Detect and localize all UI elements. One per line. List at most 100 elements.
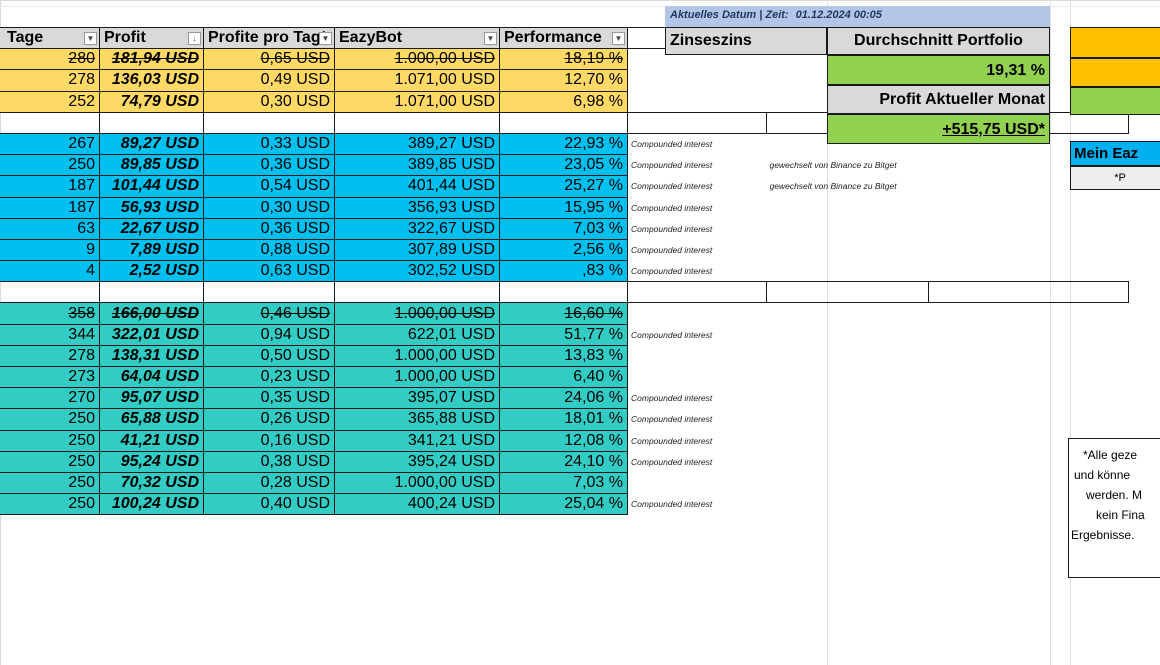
cell-tage[interactable]: 252 [0, 90, 100, 113]
cell-performance[interactable]: 15,95 % [499, 196, 628, 219]
cell-profit-per-day[interactable]: 0,33 USD [203, 132, 335, 156]
cell-tage[interactable]: 63 [0, 217, 100, 240]
cell-tage[interactable]: 280 [0, 48, 100, 71]
cell-note[interactable]: gewechselt von Binance zu Bitget [767, 155, 929, 176]
cell-note[interactable] [767, 367, 929, 388]
cell-tage[interactable]: 250 [0, 429, 100, 452]
cell-profit-per-day[interactable]: 0,23 USD [203, 365, 335, 389]
cell-note[interactable] [767, 472, 929, 493]
cell-note[interactable] [767, 303, 929, 324]
cell-profit-per-day[interactable]: 0,26 USD [203, 408, 335, 431]
cell-zinseszins[interactable]: Compounded interest [628, 388, 767, 409]
col-header-profit[interactable]: Profit ↓ [99, 26, 204, 50]
cell-empty[interactable] [929, 367, 1129, 388]
cell-profit-per-day[interactable]: 0,30 USD [203, 196, 335, 219]
cell-eazybot[interactable]: 401,44 USD [334, 175, 500, 198]
cell-note[interactable] [767, 494, 929, 515]
cell-zinseszins[interactable]: Compounded interest [628, 409, 767, 430]
col-header-performance[interactable]: Performance ▼ [499, 26, 628, 50]
cell-empty[interactable] [929, 345, 1129, 366]
cell-empty[interactable] [929, 239, 1129, 260]
cell-eazybot[interactable]: 322,67 USD [334, 217, 500, 240]
cell-profit[interactable]: 65,88 USD [99, 408, 204, 431]
cell-profit-per-day[interactable]: 0,63 USD [203, 260, 335, 283]
cell-note[interactable] [767, 430, 929, 451]
col-header-tage[interactable]: Tage ▼ [0, 26, 100, 50]
cell-performance[interactable]: ,83 % [499, 260, 628, 283]
cell-zinseszins[interactable] [628, 303, 767, 324]
cell-tage[interactable]: 344 [0, 323, 100, 346]
cell-profit-per-day[interactable]: 0,88 USD [203, 238, 335, 262]
cell-note[interactable] [767, 324, 929, 345]
cell-note[interactable] [767, 218, 929, 239]
cell-zinseszins[interactable] [628, 472, 767, 493]
cell-performance[interactable]: 22,93 % [499, 132, 628, 156]
filter-dropdown-icon[interactable]: ▼ [84, 32, 97, 45]
cell-note[interactable] [767, 239, 929, 260]
cell-performance[interactable]: 25,04 % [499, 493, 628, 516]
filter-dropdown-icon[interactable]: ▼ [484, 32, 497, 45]
cell-note[interactable]: gewechselt von Binance zu Bitget [767, 176, 929, 197]
cell-tage[interactable]: 358 [0, 302, 100, 325]
cell-performance[interactable]: 23,05 % [499, 154, 628, 177]
cell-note[interactable] [767, 197, 929, 218]
cell-eazybot[interactable]: 389,85 USD [334, 154, 500, 177]
sort-filter-icon[interactable]: ↓ [188, 32, 201, 45]
table-row[interactable]: 250 95,24 USD 0,38 USD 395,24 USD 24,10 % Com… [0, 450, 1129, 473]
cell-tage[interactable]: 250 [0, 154, 100, 177]
cell-performance[interactable]: 7,03 % [499, 217, 628, 240]
cell-note[interactable] [767, 345, 929, 366]
cell-tage[interactable]: 273 [0, 365, 100, 389]
cell-performance[interactable]: 6,98 % [499, 90, 628, 113]
cell-empty[interactable] [929, 197, 1129, 218]
cell-eazybot[interactable]: 1.071,00 USD [334, 69, 500, 92]
current-month-profit-label[interactable]: Profit Aktueller Monat [827, 85, 1050, 114]
table-row[interactable]: 250 70,32 USD 0,28 USD 1.000,00 USD 7,03 % [0, 471, 1129, 495]
cell-performance[interactable]: 16,60 % [499, 302, 628, 325]
cell-eazybot[interactable]: 1.071,00 USD [334, 90, 500, 113]
table-row[interactable]: 9 7,89 USD 0,88 USD 307,89 USD 2,56 % Compoun… [0, 238, 1129, 262]
cell-profit-per-day[interactable]: 0,30 USD [203, 90, 335, 113]
table-row[interactable]: 187 101,44 USD 0,54 USD 401,44 USD 25,27 % Co… [0, 175, 1129, 198]
cell-empty[interactable] [929, 409, 1129, 430]
cell-zinseszins[interactable]: Compounded interest [628, 197, 767, 218]
cell-performance[interactable]: 7,03 % [499, 471, 628, 495]
cell-zinseszins[interactable] [628, 70, 767, 91]
mein-eazybot-subtext[interactable]: *P [1070, 166, 1160, 190]
cell-note[interactable] [767, 409, 929, 430]
cell-zinseszins[interactable]: Compounded interest [628, 218, 767, 239]
cell-performance[interactable]: 2,56 % [499, 238, 628, 262]
cell-profit[interactable]: 138,31 USD [99, 344, 204, 368]
average-portfolio-value[interactable]: 19,31 % [827, 55, 1050, 85]
cell-eazybot[interactable]: 302,52 USD [334, 260, 500, 283]
cell-profit-per-day[interactable]: 0,28 USD [203, 471, 335, 495]
cell-profit-per-day[interactable]: 0,16 USD [203, 429, 335, 452]
cell-tage[interactable]: 278 [0, 69, 100, 92]
cell-profit[interactable]: 89,85 USD [99, 154, 204, 177]
cell-zinseszins[interactable]: Compounded interest [628, 155, 767, 176]
cell-performance[interactable]: 25,27 % [499, 175, 628, 198]
cell-zinseszins[interactable]: Compounded interest [628, 430, 767, 451]
cell-performance[interactable]: 24,06 % [499, 387, 628, 410]
cell-profit-per-day[interactable]: 0,36 USD [203, 154, 335, 177]
cell-tage[interactable]: 187 [0, 196, 100, 219]
cell-empty[interactable] [929, 324, 1129, 345]
cell-zinseszins[interactable] [628, 91, 767, 112]
cell-tage[interactable]: 278 [0, 344, 100, 368]
cell-profit[interactable]: 95,07 USD [99, 387, 204, 410]
legend-cell-orange[interactable] [1070, 27, 1160, 58]
filter-dropdown-icon[interactable]: ▼ [612, 32, 625, 45]
table-row[interactable]: 250 89,85 USD 0,36 USD 389,85 USD 23,05 % Com… [0, 154, 1129, 177]
cell-tage[interactable]: 187 [0, 175, 100, 198]
cell-profit[interactable]: 89,27 USD [99, 132, 204, 156]
cell-eazybot[interactable]: 400,24 USD [334, 493, 500, 516]
cell-performance[interactable]: 12,08 % [499, 429, 628, 452]
cell-profit[interactable]: 41,21 USD [99, 429, 204, 452]
cell-zinseszins[interactable]: Compounded interest [628, 494, 767, 515]
mein-eazybot-label[interactable]: Mein Eaz [1070, 141, 1160, 166]
table-row[interactable]: 270 95,07 USD 0,35 USD 395,07 USD 24,06 % Com… [0, 387, 1129, 410]
current-month-profit-value[interactable]: +515,75 USD* [827, 114, 1050, 144]
cell-profit[interactable]: 181,94 USD [99, 48, 204, 71]
cell-eazybot[interactable]: 395,07 USD [334, 387, 500, 410]
cell-profit-per-day[interactable]: 0,65 USD [203, 48, 335, 71]
